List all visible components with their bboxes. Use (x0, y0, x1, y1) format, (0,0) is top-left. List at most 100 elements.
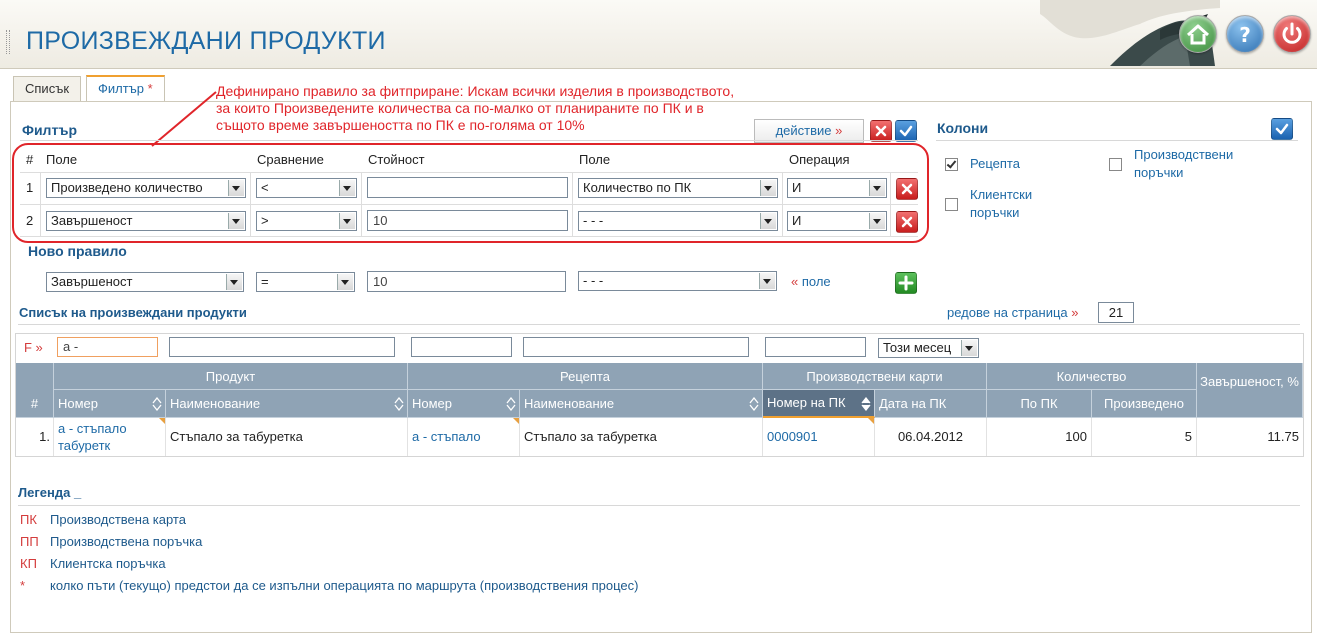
legend-abbr: * (20, 578, 26, 593)
annotation-line-3: същото време завършеността по ПК е по-го… (216, 117, 585, 133)
cell-product-name: Стъпало за табуретка (166, 418, 408, 456)
group-header-recipe: Рецепта (408, 363, 763, 390)
filter-row-marker: F » (24, 340, 43, 355)
columns-separator (936, 140, 1298, 141)
add-field-arrow: « (791, 274, 799, 289)
filter-period-value: Този месец (883, 340, 952, 355)
plus-icon (898, 275, 914, 291)
header-grip (6, 30, 10, 54)
group-header-quantity: Количество (987, 363, 1197, 390)
col-header-recipe-name[interactable]: Наименование (520, 390, 763, 418)
annotation-line-1: Дефинирано правило за фитприране: Искам … (216, 83, 735, 99)
group-header-cards: Производствени карти (763, 363, 987, 390)
col-header-recipe-number[interactable]: Номер (408, 390, 520, 418)
add-rule-button[interactable] (895, 272, 917, 294)
help-button[interactable]: ? (1226, 15, 1264, 53)
legend-text: Производствена поръчка (50, 534, 203, 549)
home-button[interactable] (1179, 15, 1217, 53)
check-icon (1275, 123, 1289, 135)
annotation-note: Дефинирано правило за фитприране: Искам … (216, 83, 806, 134)
col-header-qty-produced[interactable]: Произведено (1092, 390, 1197, 418)
filter-recipe-name-input[interactable] (523, 337, 749, 357)
chevron-down-icon (337, 274, 353, 290)
column-label-production-orders: Производствени поръчки (1134, 147, 1234, 180)
col-header-card-date[interactable]: Дата на ПК (875, 390, 987, 418)
sort-icon[interactable] (152, 397, 162, 411)
new-rule-title: Ново правило (28, 243, 127, 259)
column-checkbox-client-orders[interactable] (945, 198, 958, 211)
col-header-qty-planned[interactable]: По ПК (987, 390, 1092, 418)
col-header-product-name[interactable]: Наименование (166, 390, 408, 418)
new-rule-field2-select[interactable]: - - - (578, 271, 777, 291)
filter-period-select[interactable]: Този месец (878, 338, 979, 358)
product-number-link[interactable]: а - стъпало табуретк (58, 421, 127, 453)
cell-qty-produced: 5 (1092, 418, 1197, 456)
col-header-recipe-name-label: Наименование (524, 396, 615, 411)
sort-icon[interactable] (861, 397, 871, 411)
card-number-link[interactable]: 0000901 (767, 429, 818, 444)
power-icon (1282, 22, 1302, 44)
new-rule-value-input[interactable]: 10 (367, 271, 566, 292)
legend-abbr: ПК (20, 512, 37, 527)
chevron-down-icon (226, 274, 242, 290)
clear-filter-button[interactable] (870, 120, 892, 142)
action-button-label: действие (775, 123, 832, 138)
tab-list[interactable]: Списък (13, 76, 82, 101)
add-field-link[interactable]: « поле (791, 274, 831, 289)
sort-icon[interactable] (506, 397, 516, 411)
comment-marker (159, 418, 165, 424)
sort-icon[interactable] (394, 397, 404, 411)
new-rule-field2-value: - - - (583, 273, 604, 288)
legend-abbr: КП (20, 556, 37, 571)
power-button[interactable] (1273, 15, 1311, 53)
page-title: ПРОИЗВЕЖДАНИ ПРОДУКТИ (26, 27, 386, 55)
filter-recipe-number-input[interactable] (411, 337, 512, 357)
column-label-client-orders: Клиентски поръчки (970, 187, 1033, 220)
col-header-card-number[interactable]: Номер на ПК (763, 390, 875, 418)
filter-product-name-input[interactable] (169, 337, 395, 357)
new-rule-field-select[interactable]: Завършеност (46, 272, 244, 292)
filter-separator (20, 140, 918, 141)
cell-qty-planned: 100 (987, 418, 1092, 456)
col-header-product-number-label: Номер (58, 396, 99, 411)
group-header-product: Продукт (54, 363, 408, 390)
products-table: F » а - Този месец Продукт Рецепта Произ… (15, 333, 1304, 457)
filter-card-number-input[interactable] (765, 337, 866, 357)
home-icon (1186, 24, 1210, 45)
comment-marker (513, 418, 519, 424)
filter-title: Филтър (22, 122, 78, 138)
legend-separator (18, 505, 1300, 506)
app-header: ПРОИЗВЕЖДАНИ ПРОДУКТИ ? (0, 0, 1317, 69)
columns-title: Колони (937, 120, 989, 136)
rows-per-page-input[interactable]: 21 (1098, 302, 1134, 323)
cell-recipe-name: Стъпало за табуретка (520, 418, 763, 456)
cell-recipe-number[interactable]: а - стъпало (408, 418, 520, 456)
cell-product-number[interactable]: а - стъпало табуретк (54, 418, 166, 456)
col-header-product-name-label: Наименование (170, 396, 261, 411)
check-icon (899, 125, 913, 137)
chevron-down-icon (961, 340, 977, 356)
column-checkbox-production-orders[interactable] (1109, 158, 1122, 171)
new-rule-field-value: Завършеност (51, 274, 133, 289)
col-header-product-number[interactable]: Номер (54, 390, 166, 418)
list-title: Списък на произвеждани продукти (19, 305, 247, 320)
column-checkbox-recipe[interactable] (945, 158, 958, 171)
list-separator (18, 324, 1300, 325)
new-rule-compare-select[interactable]: = (256, 272, 355, 292)
rows-per-page-arrow: » (1071, 305, 1079, 320)
recipe-number-link[interactable]: а - стъпало (412, 429, 481, 444)
column-label-recipe: Рецепта (970, 156, 1020, 171)
legend-text: Клиентска поръчка (50, 556, 166, 571)
chevron-down-icon (759, 273, 775, 289)
cell-card-number[interactable]: 0000901 (763, 418, 875, 456)
col-header-completion[interactable]: Завършеност, % (1197, 363, 1303, 418)
filter-product-number-input[interactable]: а - (57, 337, 158, 357)
tab-list-label: Списък (25, 81, 70, 96)
legend-text: колко пъти (текущо) предстои да се изпъл… (50, 578, 639, 593)
apply-filter-button[interactable] (895, 120, 917, 142)
rules-highlight-oval (12, 143, 929, 243)
apply-columns-button[interactable] (1271, 118, 1293, 140)
legend-title[interactable]: Легенда _ (18, 485, 81, 500)
col-header-recipe-number-label: Номер (412, 396, 453, 411)
sort-icon[interactable] (749, 397, 759, 411)
